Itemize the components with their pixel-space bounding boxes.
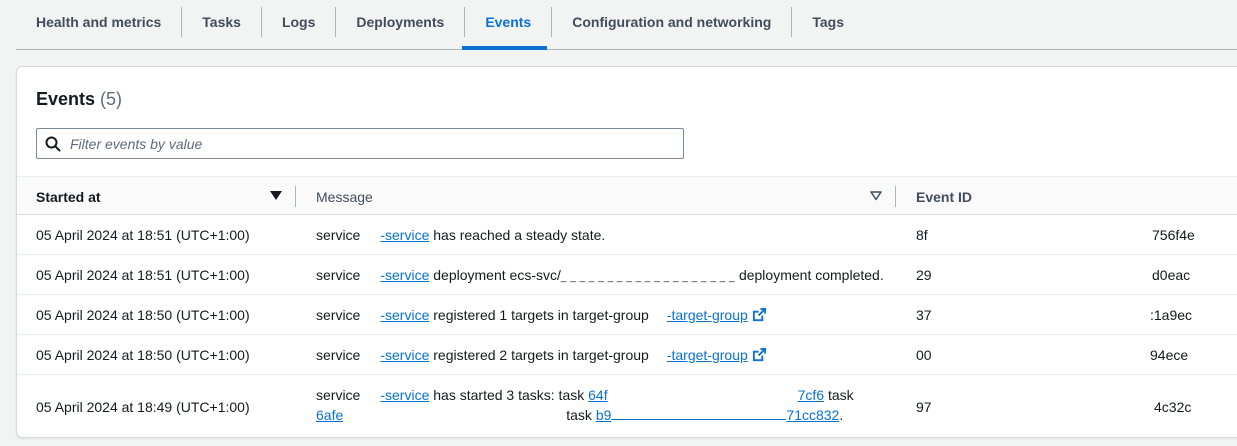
table-row: 05 April 2024 at 18:51 (UTC+1:00) servic…	[17, 255, 1237, 295]
task-word-2: task	[566, 407, 592, 423]
column-divider[interactable]	[295, 186, 296, 207]
filter-box	[36, 128, 684, 159]
task-link-1[interactable]: 64f	[588, 387, 607, 403]
message-text: registered 1 targets in target-group	[433, 307, 649, 323]
tab-tasks[interactable]: Tasks	[182, 7, 262, 37]
service-link[interactable]: -service	[380, 227, 429, 243]
message-cell: service -service registered 2 targets in …	[316, 347, 767, 363]
message-text: registered 2 targets in target-group	[433, 347, 649, 363]
message-cell-line-1: service -service has started 3 tasks: tas…	[316, 387, 854, 403]
search-icon	[45, 136, 61, 151]
event-id-end: d0eac	[1152, 267, 1191, 283]
message-cell: service -service deployment ecs-svc/_ _ _…	[316, 267, 884, 283]
event-id-start: 8f	[916, 227, 928, 243]
message-prefix: service	[316, 307, 361, 323]
table-row: 05 April 2024 at 18:51 (UTC+1:00) servic…	[17, 215, 1237, 255]
table-row: 05 April 2024 at 18:49 (UTC+1:00) servic…	[17, 375, 1237, 437]
column-header-started-at[interactable]: Started at	[36, 177, 101, 216]
message-cell: service -service has reached a steady sta…	[316, 227, 605, 243]
tab-events[interactable]: Events	[465, 7, 553, 37]
tab-health-and-metrics[interactable]: Health and metrics	[16, 7, 183, 37]
message-text: has reached a steady state.	[433, 227, 606, 243]
redacted-deployment-id: _ _ _ _ _ _ _ _ _ _ _ _ _ _ _ _ _ _ _	[560, 272, 736, 283]
target-group-link[interactable]: -target-group	[667, 347, 748, 363]
task-link-2[interactable]: 6afe	[316, 407, 343, 423]
active-tab-indicator	[462, 46, 547, 50]
message-text: deployment ecs-svc/	[433, 267, 561, 283]
message-text-end: deployment completed.	[738, 267, 884, 283]
event-id-start: 37	[916, 307, 932, 323]
external-link-icon[interactable]	[752, 307, 767, 322]
message-prefix: service	[316, 227, 361, 243]
started-at-cell: 05 April 2024 at 18:50 (UTC+1:00)	[36, 347, 250, 363]
started-at-cell: 05 April 2024 at 18:50 (UTC+1:00)	[36, 307, 250, 323]
tab-logs[interactable]: Logs	[262, 7, 337, 37]
panel-title-text: Events	[36, 89, 96, 109]
column-divider[interactable]	[895, 186, 896, 207]
tab-tags[interactable]: Tags	[792, 7, 864, 37]
task-link-3[interactable]: b9	[596, 407, 612, 423]
message-prefix: service	[316, 267, 361, 283]
column-header-message[interactable]: Message	[316, 177, 373, 216]
tab-bar: Health and metrics Tasks Logs Deployment…	[16, 0, 1237, 50]
service-link[interactable]: -service	[380, 347, 429, 363]
message-prefix: service	[316, 347, 361, 363]
started-at-cell: 05 April 2024 at 18:49 (UTC+1:00)	[36, 399, 250, 415]
sort-descending-icon[interactable]	[270, 191, 282, 201]
tab-configuration-and-networking[interactable]: Configuration and networking	[552, 7, 793, 37]
task-word: task	[827, 387, 854, 403]
external-link-icon[interactable]	[752, 347, 767, 362]
started-at-cell: 05 April 2024 at 18:51 (UTC+1:00)	[36, 227, 250, 243]
service-link[interactable]: -service	[380, 267, 429, 283]
target-group-link[interactable]: -target-group	[667, 307, 748, 323]
filter-events-input[interactable]	[70, 135, 650, 152]
events-panel: Events (5) Started at Message Event ID 0…	[16, 66, 1237, 438]
sort-unsorted-icon[interactable]	[870, 191, 882, 201]
task-link-1-end[interactable]: 7cf6	[798, 387, 824, 403]
event-id-start: 97	[916, 399, 932, 415]
table-row: 05 April 2024 at 18:50 (UTC+1:00) servic…	[17, 295, 1237, 335]
panel-title: Events (5)	[36, 89, 122, 110]
message-cell: service -service registered 1 targets in …	[316, 307, 767, 323]
event-id-start: 00	[916, 347, 932, 363]
column-header-event-id[interactable]: Event ID	[916, 177, 972, 216]
task-link-3-end[interactable]: 71cc832	[786, 407, 839, 423]
event-id-end: 4c32c	[1154, 399, 1192, 415]
message-text: has started 3 tasks: task	[433, 387, 585, 403]
event-id-start: 29	[916, 267, 932, 283]
tab-deployments[interactable]: Deployments	[336, 7, 466, 37]
service-link[interactable]: -service	[380, 307, 429, 323]
event-id-end: 94ece	[1150, 347, 1189, 363]
started-at-cell: 05 April 2024 at 18:51 (UTC+1:00)	[36, 267, 250, 283]
table-row: 05 April 2024 at 18:50 (UTC+1:00) servic…	[17, 335, 1237, 375]
events-count: (5)	[100, 89, 123, 109]
period: .	[839, 407, 844, 423]
message-prefix: service	[316, 387, 361, 403]
service-link[interactable]: -service	[380, 387, 429, 403]
table-header: Started at Message Event ID	[17, 176, 1237, 215]
event-id-end: 756f4e	[1152, 227, 1195, 243]
event-id-end: :1a9ec	[1150, 307, 1193, 323]
message-cell-line-2: 6afe task b9 71cc832.	[316, 407, 843, 423]
